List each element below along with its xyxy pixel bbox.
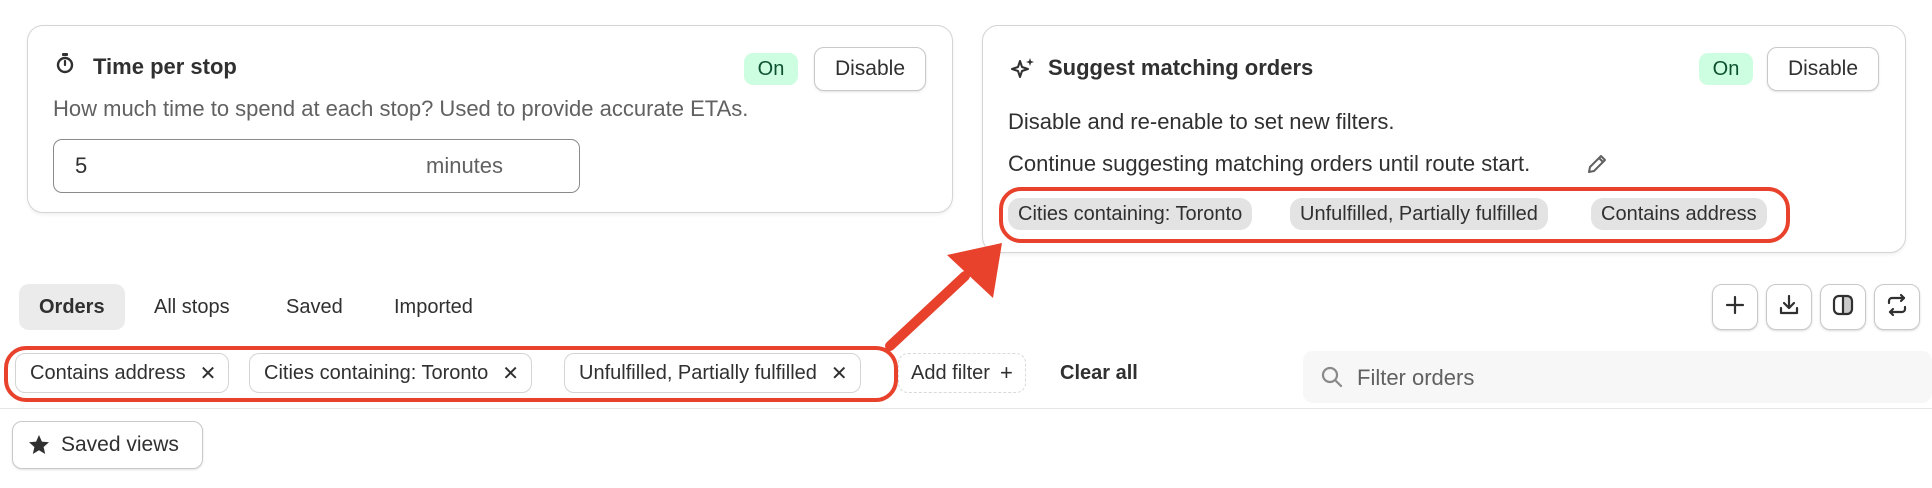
time-input[interactable]: 5 minutes <box>53 139 580 193</box>
filter-chip-label: Unfulfilled, Partially fulfilled <box>579 361 817 384</box>
time-per-stop-card: Time per stop On Disable How much time t… <box>27 25 953 213</box>
time-input-value: 5 <box>75 153 88 178</box>
suggest-matching-orders-card: Suggest matching orders On Disable Disab… <box>982 25 1906 253</box>
applied-filter-chip[interactable]: Contains address ✕ <box>15 353 230 393</box>
add-filter-button[interactable]: Add filter + <box>898 353 1026 393</box>
clear-all-button[interactable]: Clear all <box>1060 362 1138 385</box>
search-icon <box>1320 365 1344 394</box>
saved-views-button[interactable]: Saved views <box>12 421 203 469</box>
applied-filter-chip[interactable]: Cities containing: Toronto ✕ <box>249 353 532 393</box>
close-icon[interactable]: ✕ <box>200 361 217 386</box>
saved-views-label: Saved views <box>61 433 179 456</box>
stopwatch-icon <box>54 52 76 81</box>
filter-chip-label: Contains address <box>30 361 186 384</box>
pencil-icon[interactable] <box>1585 152 1609 181</box>
plus-icon: + <box>999 360 1013 385</box>
columns-button[interactable] <box>1820 284 1866 330</box>
status-badge: On <box>744 53 798 85</box>
close-icon[interactable]: ✕ <box>831 361 848 386</box>
sync-icon <box>1885 293 1909 322</box>
divider <box>0 408 1932 409</box>
tab-orders[interactable]: Orders <box>19 284 125 330</box>
tab-saved[interactable]: Saved <box>266 284 363 330</box>
download-button[interactable] <box>1766 284 1812 330</box>
sparkle-icon <box>1010 56 1036 87</box>
plus-icon <box>1724 294 1746 321</box>
card-description: How much time to spend at each stop? Use… <box>53 96 749 121</box>
tab-imported[interactable]: Imported <box>374 284 493 330</box>
filter-chip-label: Cities containing: Toronto <box>264 361 489 384</box>
time-unit: minutes <box>426 153 504 178</box>
card-title: Suggest matching orders <box>1048 55 1314 80</box>
star-icon <box>27 433 51 457</box>
tab-all-stops[interactable]: All stops <box>134 284 250 330</box>
close-icon[interactable]: ✕ <box>502 361 519 386</box>
download-icon <box>1777 293 1801 322</box>
suggest-instructions: Disable and re-enable to set new filters… <box>1008 109 1395 134</box>
suggest-continue-text: Continue suggesting matching orders unti… <box>1008 151 1531 176</box>
card-title: Time per stop <box>93 54 237 79</box>
applied-filter-chip[interactable]: Unfulfilled, Partially fulfilled ✕ <box>564 353 861 393</box>
suggest-filter-chip: Unfulfilled, Partially fulfilled <box>1290 198 1548 230</box>
columns-icon <box>1831 293 1855 322</box>
disable-button[interactable]: Disable <box>1767 47 1879 91</box>
search-placeholder: Filter orders <box>1357 365 1475 390</box>
filter-orders-search[interactable]: Filter orders <box>1303 351 1932 403</box>
sync-button[interactable] <box>1874 284 1920 330</box>
add-button[interactable] <box>1712 284 1758 330</box>
suggest-filter-chip: Cities containing: Toronto <box>1008 198 1253 230</box>
disable-button[interactable]: Disable <box>814 47 926 91</box>
add-filter-label: Add filter <box>911 361 990 384</box>
status-badge: On <box>1699 53 1753 85</box>
suggest-filter-chip: Contains address <box>1591 198 1767 230</box>
